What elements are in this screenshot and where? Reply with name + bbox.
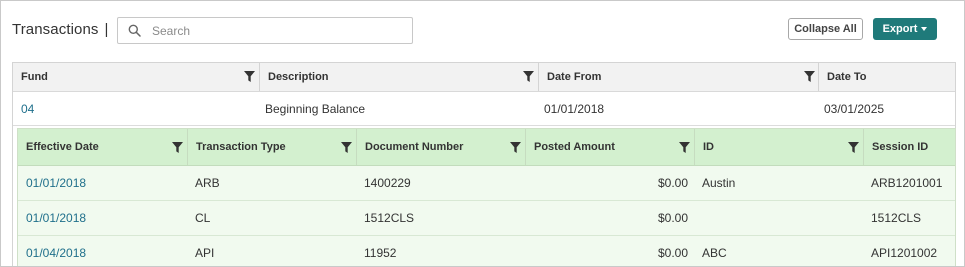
effective-date-link[interactable]: 01/01/2018 bbox=[26, 211, 86, 225]
table-row[interactable]: 01/01/2018 ARB 1400229 $0.00 Austin ARB1… bbox=[18, 166, 955, 201]
transactions-detail-table: Effective Date Transaction Type Document… bbox=[17, 128, 957, 266]
column-header-posted-amount[interactable]: Posted Amount bbox=[525, 129, 694, 165]
id-cell: Austin bbox=[694, 166, 863, 200]
posted-amount-cell: $0.00 bbox=[525, 166, 688, 200]
transaction-type-cell: API bbox=[187, 236, 356, 266]
date-to-cell: 03/01/2025 bbox=[816, 92, 955, 125]
effective-date-cell[interactable]: 01/04/2018 bbox=[18, 236, 187, 266]
transaction-type-text: CL bbox=[195, 211, 211, 225]
filter-icon[interactable] bbox=[172, 142, 183, 153]
funds-table-header: Fund Description Date From Date To bbox=[13, 63, 955, 92]
id-text: Austin bbox=[702, 176, 736, 190]
transaction-type-cell: ARB bbox=[187, 166, 356, 200]
page-title: Transactions | bbox=[12, 21, 109, 38]
column-header-label: Description bbox=[268, 71, 329, 83]
column-header-session-id[interactable]: Session ID bbox=[863, 129, 957, 165]
column-header-label: Transaction Type bbox=[196, 141, 286, 153]
effective-date-cell[interactable]: 01/01/2018 bbox=[18, 166, 187, 200]
filter-icon[interactable] bbox=[679, 142, 690, 153]
collapse-all-button[interactable]: Collapse All bbox=[788, 18, 863, 40]
session-id-text: 1512CLS bbox=[871, 211, 922, 225]
column-header-label: Posted Amount bbox=[534, 141, 615, 153]
column-header-label: Session ID bbox=[872, 141, 929, 153]
search-box[interactable] bbox=[117, 17, 413, 44]
description-cell: Beginning Balance bbox=[257, 92, 538, 125]
effective-date-cell[interactable]: 01/01/2018 bbox=[18, 201, 187, 235]
document-number-text: 1400229 bbox=[364, 176, 411, 190]
column-header-label: ID bbox=[703, 141, 714, 153]
column-header-transaction-type[interactable]: Transaction Type bbox=[187, 129, 356, 165]
filter-icon[interactable] bbox=[804, 71, 815, 82]
transactions-detail-header: Effective Date Transaction Type Document… bbox=[18, 129, 955, 166]
filter-icon[interactable] bbox=[848, 142, 859, 153]
column-header-effective-date[interactable]: Effective Date bbox=[18, 129, 187, 165]
title-separator: | bbox=[104, 21, 109, 38]
posted-amount-text: $0.00 bbox=[657, 211, 688, 225]
posted-amount-cell: $0.00 bbox=[525, 201, 688, 235]
filter-icon[interactable] bbox=[510, 142, 521, 153]
date-from-cell: 01/01/2018 bbox=[536, 92, 816, 125]
caret-down-icon bbox=[921, 27, 928, 31]
column-header-date-from[interactable]: Date From bbox=[538, 63, 818, 91]
search-input[interactable] bbox=[150, 21, 404, 41]
id-cell bbox=[694, 201, 863, 235]
document-number-cell: 1400229 bbox=[356, 166, 525, 200]
description-text: Beginning Balance bbox=[265, 101, 366, 116]
collapse-all-label: Collapse All bbox=[794, 23, 857, 35]
id-cell: ABC bbox=[694, 236, 863, 266]
column-header-fund[interactable]: Fund bbox=[13, 63, 259, 91]
column-header-label: Effective Date bbox=[26, 141, 99, 153]
document-number-cell: 11952 bbox=[356, 236, 525, 266]
search-icon bbox=[128, 24, 141, 37]
session-id-cell: 1512CLS bbox=[863, 201, 957, 235]
column-header-label: Fund bbox=[21, 71, 48, 83]
transaction-type-text: ARB bbox=[195, 176, 220, 190]
page-title-text: Transactions bbox=[12, 21, 99, 38]
column-header-description[interactable]: Description bbox=[259, 63, 538, 91]
transactions-panel: Transactions | Collapse All Export Fund D… bbox=[0, 0, 965, 267]
session-id-text: ARB1201001 bbox=[871, 176, 943, 190]
column-header-label: Document Number bbox=[365, 141, 464, 153]
document-number-cell: 1512CLS bbox=[356, 201, 525, 235]
column-header-label: Date From bbox=[547, 71, 602, 83]
effective-date-link[interactable]: 01/04/2018 bbox=[26, 246, 86, 260]
session-id-text: API1201002 bbox=[871, 246, 938, 260]
document-number-text: 11952 bbox=[364, 246, 397, 260]
column-header-document-number[interactable]: Document Number bbox=[356, 129, 525, 165]
fund-link[interactable]: 04 bbox=[21, 102, 34, 116]
posted-amount-text: $0.00 bbox=[657, 246, 688, 260]
id-text: ABC bbox=[702, 246, 727, 260]
effective-date-link[interactable]: 01/01/2018 bbox=[26, 176, 86, 190]
posted-amount-cell: $0.00 bbox=[525, 236, 688, 266]
posted-amount-text: $0.00 bbox=[657, 176, 688, 190]
transaction-type-text: API bbox=[195, 246, 215, 260]
filter-icon[interactable] bbox=[523, 71, 534, 82]
transaction-type-cell: CL bbox=[187, 201, 356, 235]
table-row[interactable]: 04 Beginning Balance 01/01/2018 03/01/20… bbox=[13, 92, 955, 126]
session-id-cell: API1201002 bbox=[863, 236, 957, 266]
column-header-label: Date To bbox=[827, 71, 867, 83]
session-id-cell: ARB1201001 bbox=[863, 166, 957, 200]
export-label: Export bbox=[882, 23, 918, 35]
document-number-text: 1512CLS bbox=[364, 211, 415, 225]
fund-cell[interactable]: 04 bbox=[13, 92, 259, 125]
filter-icon[interactable] bbox=[341, 142, 352, 153]
date-from-text: 01/01/2018 bbox=[544, 101, 605, 116]
column-header-id[interactable]: ID bbox=[694, 129, 863, 165]
date-to-text: 03/01/2025 bbox=[824, 101, 885, 116]
filter-icon[interactable] bbox=[244, 71, 255, 82]
export-button[interactable]: Export bbox=[873, 18, 937, 40]
table-row[interactable]: 01/04/2018 API 11952 $0.00 ABC API120100… bbox=[18, 236, 957, 266]
column-header-date-to[interactable]: Date To bbox=[818, 63, 957, 91]
table-row[interactable]: 01/01/2018 CL 1512CLS $0.00 1512CLS bbox=[18, 201, 955, 236]
